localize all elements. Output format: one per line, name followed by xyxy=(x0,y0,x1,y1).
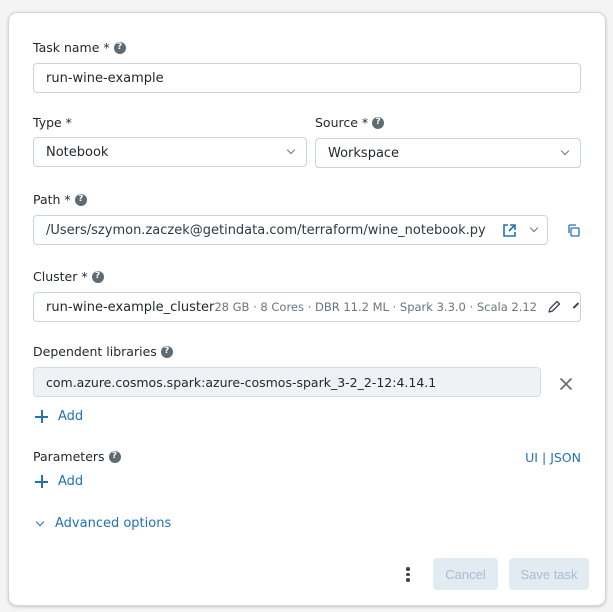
more-options-icon[interactable] xyxy=(406,567,410,582)
dependent-libraries-label: Dependent libraries ? xyxy=(33,344,173,359)
advanced-options-label: Advanced options xyxy=(55,516,172,531)
type-select[interactable]: Notebook xyxy=(33,137,307,167)
edit-pencil-icon[interactable] xyxy=(547,300,561,314)
chevron-down-icon xyxy=(286,145,296,155)
help-icon[interactable]: ? xyxy=(91,270,104,283)
plus-icon xyxy=(35,410,48,423)
help-icon[interactable]: ? xyxy=(113,41,126,54)
path-value: /Users/szymon.zaczek@getindata.com/terra… xyxy=(46,222,486,238)
add-parameter-button[interactable]: Add xyxy=(35,474,83,489)
add-library-button[interactable]: Add xyxy=(35,409,83,424)
cluster-details: 28 GB · 8 Cores · DBR 11.2 ML · Spark 3.… xyxy=(214,300,537,314)
type-label-text: Type * xyxy=(33,115,72,130)
task-form-panel: Task name * ? run-wine-example Type * No… xyxy=(8,12,606,606)
task-name-label: Task name * ? xyxy=(33,40,126,55)
save-task-button[interactable]: Save task xyxy=(509,558,589,590)
copy-icon[interactable] xyxy=(566,223,581,238)
chevron-down-icon[interactable] xyxy=(572,301,580,309)
path-label-text: Path * xyxy=(33,192,71,207)
task-name-input[interactable]: run-wine-example xyxy=(33,63,581,93)
chevron-down-icon xyxy=(35,517,45,526)
type-select-value: Notebook xyxy=(46,144,109,160)
task-name-value: run-wine-example xyxy=(46,70,164,86)
cancel-button[interactable]: Cancel xyxy=(433,558,498,590)
source-select-value: Workspace xyxy=(328,145,400,161)
add-library-label: Add xyxy=(58,409,84,424)
help-icon[interactable]: ? xyxy=(74,193,87,206)
add-parameter-label: Add xyxy=(58,474,84,489)
source-label-text: Source * xyxy=(315,115,369,130)
path-label: Path * ? xyxy=(33,192,87,207)
remove-library-icon[interactable] xyxy=(559,377,573,391)
parameters-mode-toggle: UI | JSON xyxy=(525,450,581,465)
task-name-label-text: Task name * xyxy=(33,40,110,55)
help-icon[interactable]: ? xyxy=(372,116,385,129)
library-name: com.azure.cosmos.spark:azure-cosmos-spar… xyxy=(46,374,437,390)
source-label: Source * ? xyxy=(315,115,385,130)
cluster-label: Cluster * ? xyxy=(33,269,104,284)
chevron-down-icon xyxy=(560,146,570,156)
type-label: Type * xyxy=(33,115,72,130)
chevron-down-icon[interactable] xyxy=(529,223,539,233)
help-icon[interactable]: ? xyxy=(160,345,173,358)
json-mode-link[interactable]: JSON xyxy=(550,450,581,465)
cluster-name: run-wine-example_cluster xyxy=(46,299,215,315)
help-icon[interactable]: ? xyxy=(108,450,121,463)
ui-mode-link[interactable]: UI xyxy=(525,450,538,465)
library-item[interactable]: com.azure.cosmos.spark:azure-cosmos-spar… xyxy=(33,367,541,397)
dependent-libraries-label-text: Dependent libraries xyxy=(33,344,157,359)
parameters-label-text: Parameters xyxy=(33,449,105,464)
advanced-options-toggle[interactable]: Advanced options xyxy=(35,516,172,531)
source-select[interactable]: Workspace xyxy=(315,138,581,168)
open-external-icon[interactable] xyxy=(502,223,517,238)
mode-separator: | xyxy=(541,450,547,465)
plus-icon xyxy=(35,475,48,488)
parameters-label: Parameters ? xyxy=(33,449,121,464)
cluster-select[interactable]: run-wine-example_cluster 28 GB · 8 Cores… xyxy=(33,292,581,322)
path-select[interactable]: /Users/szymon.zaczek@getindata.com/terra… xyxy=(33,215,548,245)
cluster-label-text: Cluster * xyxy=(33,269,88,284)
